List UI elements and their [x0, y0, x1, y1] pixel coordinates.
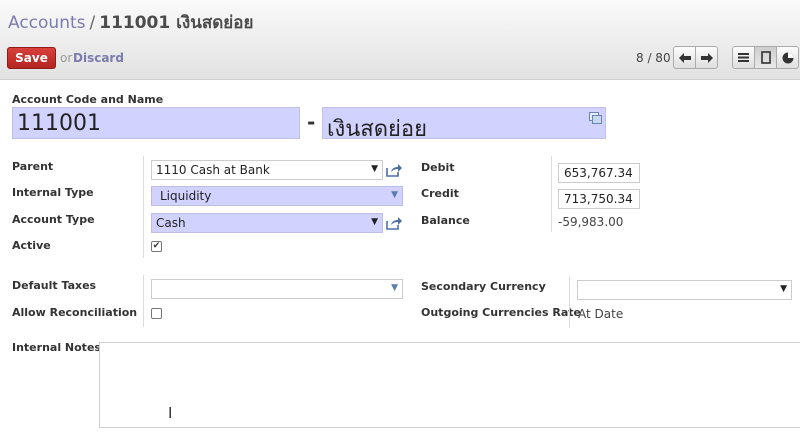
- credit-field[interactable]: 713,750.34: [558, 189, 640, 209]
- discard-button[interactable]: Discard: [73, 51, 124, 65]
- credit-label: Credit: [421, 187, 459, 200]
- chevron-down-icon: ▼: [780, 284, 787, 294]
- column-divider: [143, 156, 144, 258]
- account-type-value: Cash: [156, 216, 186, 230]
- default-taxes-input[interactable]: ▼: [151, 279, 403, 299]
- column-divider: [551, 156, 552, 232]
- secondary-currency-label: Secondary Currency: [421, 280, 546, 293]
- account-name-input[interactable]: เงินสดย่อย: [322, 107, 606, 142]
- list-view-icon: [738, 53, 749, 62]
- pager-buttons: [673, 46, 718, 69]
- parent-label: Parent: [12, 160, 54, 173]
- balance-label: Balance: [421, 214, 470, 227]
- external-link-icon[interactable]: [386, 163, 402, 177]
- outgoing-currencies-rate-label: Outgoing Currencies Rate: [421, 306, 581, 319]
- balance-value: -59,983.00: [558, 215, 624, 229]
- default-taxes-label: Default Taxes: [12, 279, 97, 292]
- breadcrumb: Accounts/111001 เงินสดย่อย: [8, 9, 253, 36]
- chevron-down-icon: ▼: [371, 164, 378, 174]
- account-type-label: Account Type: [12, 213, 95, 226]
- allow-reconciliation-checkbox[interactable]: [151, 308, 162, 319]
- column-divider: [569, 276, 570, 328]
- internal-type-label: Internal Type: [12, 186, 94, 199]
- active-label: Active: [12, 239, 51, 252]
- view-switcher: [732, 46, 799, 69]
- breadcrumb-accounts-link[interactable]: Accounts: [8, 13, 86, 33]
- active-checkbox[interactable]: ✔: [151, 241, 162, 252]
- debit-label: Debit: [421, 161, 455, 174]
- save-button[interactable]: Save: [7, 47, 56, 69]
- checkmark-icon: ✔: [152, 241, 161, 251]
- arrow-left-icon: [678, 52, 691, 63]
- debit-field[interactable]: 653,767.34: [558, 163, 640, 183]
- outgoing-currencies-rate-value: At Date: [578, 307, 624, 321]
- text-cursor-icon: I: [168, 404, 173, 422]
- next-record-button[interactable]: [695, 46, 718, 69]
- chevron-down-icon: ▼: [391, 190, 398, 200]
- external-link-icon[interactable]: [386, 216, 402, 230]
- column-divider: [143, 275, 144, 327]
- account-code-name-label: Account Code and Name: [12, 93, 164, 106]
- graph-view-button[interactable]: [776, 46, 799, 69]
- graph-view-icon: [782, 52, 793, 63]
- form-view-button[interactable]: [754, 46, 777, 69]
- translate-icon[interactable]: [589, 112, 602, 124]
- secondary-currency-select[interactable]: ▼: [577, 280, 792, 300]
- parent-select[interactable]: 1110 Cash at Bank ▼: [151, 160, 383, 180]
- account-type-select[interactable]: Cash ▼: [151, 213, 383, 233]
- breadcrumb-separator: /: [89, 13, 96, 33]
- chevron-down-icon: ▼: [371, 217, 378, 227]
- previous-record-button[interactable]: [673, 46, 696, 69]
- breadcrumb-current: 111001 เงินสดย่อย: [99, 13, 254, 33]
- internal-type-value: Liquidity: [160, 189, 212, 203]
- list-view-button[interactable]: [732, 46, 755, 69]
- internal-notes-label: Internal Notes: [12, 341, 101, 354]
- allow-reconciliation-label: Allow Reconciliation: [12, 306, 138, 319]
- arrow-right-icon: [700, 52, 713, 63]
- pager-counter[interactable]: 8 / 80: [636, 51, 671, 65]
- control-panel: Accounts/111001 เงินสดย่อย Save or Disca…: [0, 0, 800, 80]
- account-code-input[interactable]: 111001: [12, 107, 300, 139]
- parent-value: 1110 Cash at Bank: [156, 163, 270, 177]
- chevron-down-icon: ▼: [391, 283, 398, 293]
- or-text: or: [60, 51, 73, 65]
- internal-notes-textarea[interactable]: [99, 342, 800, 428]
- code-name-dash: -: [307, 110, 316, 134]
- internal-type-select[interactable]: Liquidity ▼: [151, 186, 403, 206]
- form-view-icon: [760, 51, 771, 64]
